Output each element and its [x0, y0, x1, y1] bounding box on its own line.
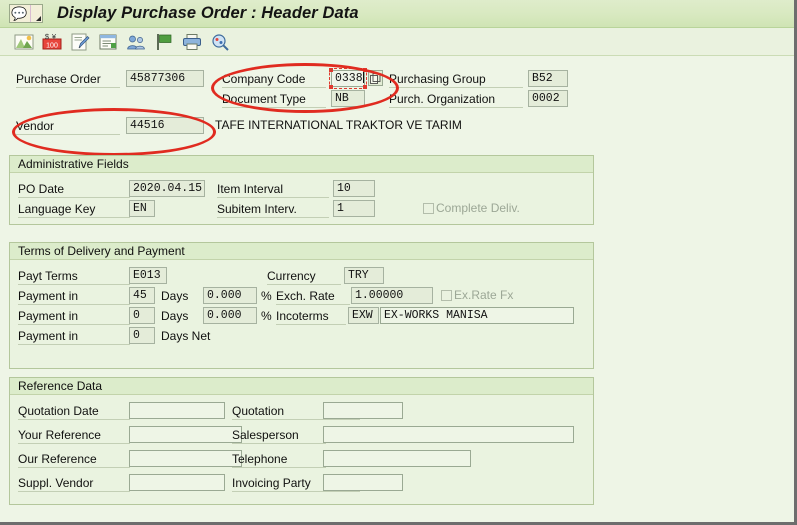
subitem-interval-label: Subitem Interv. — [217, 202, 329, 218]
currency-label: Currency — [267, 269, 341, 285]
purch-organization-field[interactable]: 0002 — [528, 90, 568, 107]
payment-percent-field-1[interactable]: 0.000 — [203, 287, 257, 304]
salesperson-label: Salesperson — [232, 428, 326, 444]
company-code-value: 0338 — [335, 72, 363, 85]
days-label-2: Days — [161, 309, 189, 323]
chevron-down-icon — [36, 16, 41, 21]
purchasing-group-field[interactable]: B52 — [528, 70, 568, 87]
complete-delivery-checkbox[interactable]: Complete Deliv. — [423, 201, 520, 215]
ex-rate-fx-label: Ex.Rate Fx — [454, 288, 514, 302]
our-reference-field[interactable] — [129, 450, 242, 467]
partners-icon[interactable] — [125, 31, 147, 53]
vendor-label: Vendor — [16, 119, 120, 135]
telephone-field[interactable] — [323, 450, 471, 467]
edit-icon[interactable] — [69, 31, 91, 53]
page-title: Display Purchase Order : Header Data — [57, 4, 359, 22]
document-type-field[interactable]: NB — [331, 90, 365, 107]
vendor-field[interactable]: 44516 — [126, 117, 204, 134]
payment-days-field-2[interactable]: 0 — [129, 307, 155, 324]
complete-delivery-label: Complete Deliv. — [436, 201, 520, 215]
matchcode-icon — [370, 72, 381, 84]
company-code-matchcode-button[interactable] — [368, 70, 383, 86]
system-menu-button[interactable]: 💬 — [9, 4, 43, 23]
terms-group: Terms of Delivery and Payment Payt Terms… — [9, 242, 594, 369]
company-code-label: Company Code — [222, 72, 326, 88]
telephone-label: Telephone — [232, 452, 326, 468]
purchase-order-label: Purchase Order — [16, 72, 120, 88]
language-key-label: Language Key — [18, 202, 130, 218]
header-details-icon[interactable] — [97, 31, 119, 53]
quotation-date-field[interactable] — [129, 402, 225, 419]
reference-data-group: Reference Data Quotation Date Your Refer… — [9, 377, 594, 505]
suppl-vendor-label: Suppl. Vendor — [18, 476, 130, 492]
purchasing-group-label: Purchasing Group — [389, 72, 523, 88]
your-reference-label: Your Reference — [18, 428, 130, 444]
checkbox-box — [441, 289, 452, 301]
application-toolbar: 100 $ ¥ — [0, 28, 794, 56]
item-interval-field[interactable]: 10 — [333, 180, 375, 197]
suppl-vendor-field[interactable] — [129, 474, 225, 491]
payment-days-field-1[interactable]: 45 — [129, 287, 155, 304]
percent-symbol-2: % — [261, 309, 272, 323]
menu-divider — [30, 5, 31, 22]
payment-in-label-3: Payment in — [18, 329, 130, 345]
purch-organization-label: Purch. Organization — [389, 92, 523, 108]
your-reference-field[interactable] — [129, 426, 242, 443]
quotation-field[interactable] — [323, 402, 403, 419]
incoterms-code-field[interactable]: EXW — [348, 307, 379, 324]
administrative-fields-group: Administrative Fields PO Date 2020.04.15… — [9, 155, 594, 225]
days-net-label: Days Net — [161, 329, 211, 343]
incoterms-text-field[interactable]: EX-WORKS MANISA — [380, 307, 574, 324]
item-interval-label: Item Interval — [217, 182, 329, 198]
po-date-label: PO Date — [18, 182, 130, 198]
find-icon[interactable] — [209, 31, 231, 53]
subitem-interval-field[interactable]: 1 — [333, 200, 375, 217]
text-caret — [362, 71, 364, 83]
title-bar: 💬 Display Purchase Order : Header Data — [0, 0, 794, 28]
payt-terms-label: Payt Terms — [18, 269, 130, 285]
payment-days-field-3[interactable]: 0 — [129, 327, 155, 344]
purchase-order-field[interactable]: 45877306 — [126, 70, 204, 87]
terms-title: Terms of Delivery and Payment — [10, 243, 593, 260]
administrative-fields-title: Administrative Fields — [10, 156, 593, 173]
overview-icon[interactable] — [13, 31, 35, 53]
vendor-name-text: TAFE INTERNATIONAL TRAKTOR VE TARIM — [215, 118, 462, 132]
reference-data-title: Reference Data — [10, 378, 593, 395]
checkbox-box — [423, 202, 434, 214]
salesperson-field[interactable] — [323, 426, 574, 443]
exch-rate-field[interactable]: 1.00000 — [351, 287, 433, 304]
percent-symbol-1: % — [261, 289, 272, 303]
po-date-field[interactable]: 2020.04.15 — [129, 180, 205, 197]
print-icon[interactable] — [181, 31, 203, 53]
payt-terms-field[interactable]: E013 — [129, 267, 167, 284]
document-type-label: Document Type — [222, 92, 326, 108]
incoterms-label: Incoterms — [276, 309, 346, 325]
currency-icon[interactable]: 100 $ ¥ — [41, 31, 63, 53]
sap-menu-icon: 💬 — [11, 6, 28, 21]
form-canvas: Purchase Order 45877306 Company Code 033… — [0, 57, 794, 522]
svg-text:100: 100 — [46, 42, 58, 49]
payment-in-label-1: Payment in — [18, 289, 130, 305]
ex-rate-fx-checkbox[interactable]: Ex.Rate Fx — [441, 288, 513, 302]
language-key-field[interactable]: EN — [129, 200, 155, 217]
exch-rate-label: Exch. Rate — [276, 289, 350, 305]
payment-percent-field-2[interactable]: 0.000 — [203, 307, 257, 324]
quotation-date-label: Quotation Date — [18, 404, 130, 420]
days-label-1: Days — [161, 289, 189, 303]
flag-icon[interactable] — [153, 31, 175, 53]
company-code-field[interactable]: 0338 — [331, 70, 365, 87]
payment-in-label-2: Payment in — [18, 309, 130, 325]
our-reference-label: Our Reference — [18, 452, 130, 468]
sap-window: 💬 Display Purchase Order : Header Data 1… — [0, 0, 797, 525]
invoicing-party-field[interactable] — [323, 474, 403, 491]
currency-field[interactable]: TRY — [344, 267, 384, 284]
